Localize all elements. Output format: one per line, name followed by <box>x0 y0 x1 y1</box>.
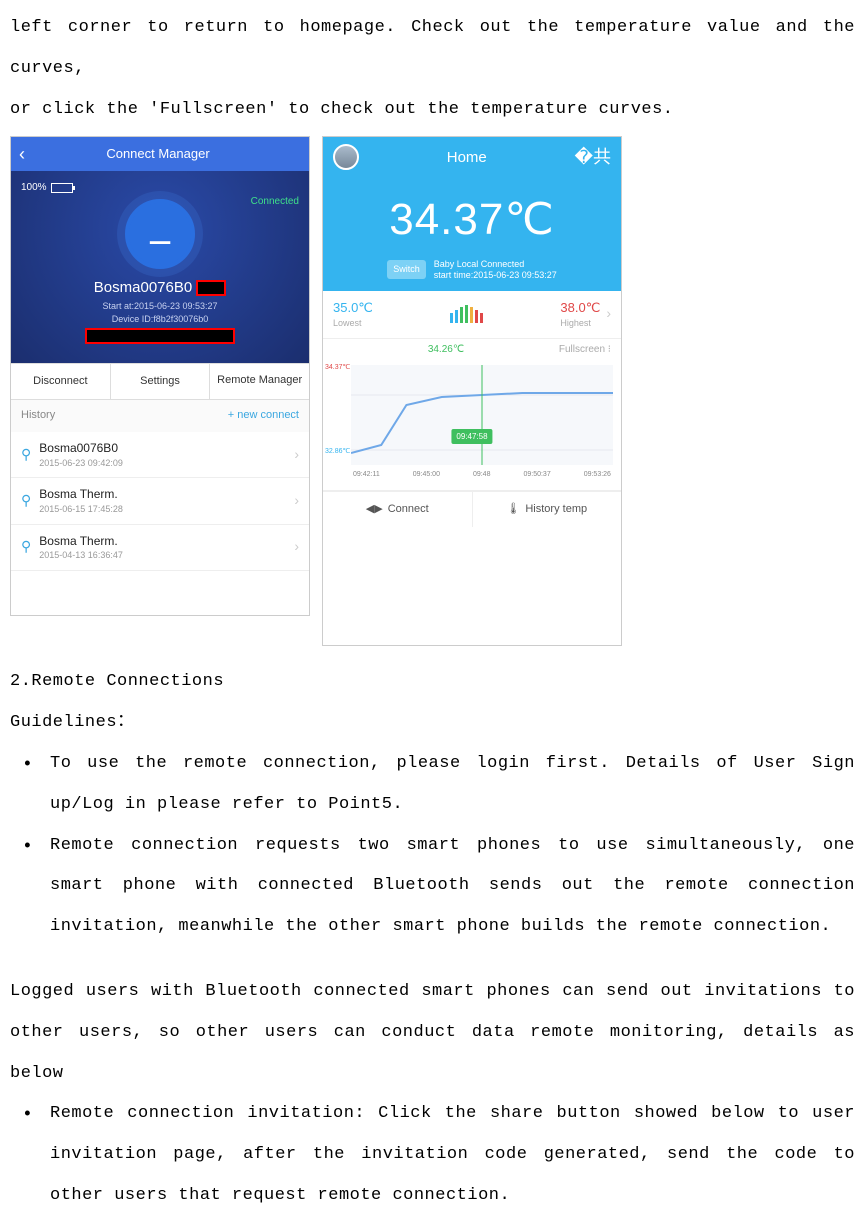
connect-header: ‹ Connect Manager <box>11 137 309 171</box>
temp-range-row[interactable]: 35.0℃ Lowest 38.0℃ Highest › <box>323 291 621 339</box>
y-axis-bottom: 32.86℃ <box>325 447 350 457</box>
speaker-icon: ◀▶ <box>366 502 383 517</box>
history-item-date: 2015-06-15 17:45:28 <box>39 503 294 516</box>
history-item-date: 2015-04-13 16:36:47 <box>39 549 294 562</box>
chevron-right-icon: › <box>294 537 299 557</box>
highest-label: Highest <box>560 317 600 330</box>
device-name: Bosma0076B0 <box>21 277 299 298</box>
screenshot-home: Home �共 34.37℃ Switch Baby Local Connect… <box>322 136 622 646</box>
current-temp: 34.26℃ <box>428 343 464 357</box>
lowest-value: 35.0℃ <box>333 300 373 315</box>
switch-button[interactable]: Switch <box>387 260 426 279</box>
history-item[interactable]: ⚲ Bosma0076B0 2015-06-23 09:42:09 › <box>11 432 309 478</box>
intro-line1: left corner to return to homepage. Check… <box>10 8 855 90</box>
temperature-value: 34.37℃ <box>323 189 621 251</box>
chevron-right-icon: › <box>294 491 299 511</box>
redaction-box-large <box>85 328 235 344</box>
chart-x-axis: 09:42:11 09:45:00 09:48 09:50:37 09:53:2… <box>351 470 613 480</box>
device-start-at: Start at:2015-06-23 09:53:27 <box>21 300 299 313</box>
history-item-name: Bosma0076B0 <box>39 440 294 457</box>
history-item[interactable]: ⚲ Bosma Therm. 2015-06-15 17:45:28 › <box>11 478 309 524</box>
disconnect-button[interactable]: Disconnect <box>11 364 111 399</box>
share-icon[interactable]: �共 <box>575 145 611 170</box>
home-title: Home <box>447 147 487 168</box>
connect-hero: 100% Connected ⚊ Bosma0076B0 Start at:20… <box>11 171 309 363</box>
screenshot-row: ‹ Connect Manager 100% Connected ⚊ Bosma… <box>10 136 855 646</box>
bluetooth-icon: ⚲ <box>21 537 31 557</box>
history-temp-tab[interactable]: 🌡 History temp <box>473 492 622 527</box>
bullet-item: Remote connection requests two smart pho… <box>10 826 855 948</box>
settings-button[interactable]: Settings <box>111 364 211 399</box>
bullet-item: Remote connection invitation: Click the … <box>10 1094 855 1216</box>
remote-manager-button[interactable]: Remote Manager <box>210 364 309 399</box>
battery-percent: 100% <box>21 181 47 195</box>
history-header: History + new connect <box>11 400 309 431</box>
bluetooth-icon: ⚲ <box>21 445 31 465</box>
redaction-box <box>196 280 226 296</box>
connected-label: Connected <box>251 195 299 209</box>
chart-time-marker: 09:47:58 <box>451 429 492 444</box>
history-item-name: Bosma Therm. <box>39 486 294 503</box>
device-id: Device ID:f8b2f30076b0 <box>21 313 299 326</box>
history-item[interactable]: ⚲ Bosma Therm. 2015-04-13 16:36:47 › <box>11 525 309 571</box>
thermometer-icon: 🌡 <box>506 502 520 517</box>
new-connect-button[interactable]: + new connect <box>228 408 299 423</box>
bluetooth-icon: ⚲ <box>21 491 31 511</box>
bluetooth-circle-icon[interactable]: ⚊ <box>125 199 195 269</box>
history-label: History <box>21 408 55 423</box>
temperature-display: 34.37℃ <box>323 177 621 259</box>
connect-header-title: Connect Manager <box>33 145 283 163</box>
range-bars-icon <box>450 305 483 323</box>
screenshot-connect-manager: ‹ Connect Manager 100% Connected ⚊ Bosma… <box>10 136 310 616</box>
battery-indicator: 100% <box>21 181 299 195</box>
sub-line2: start time:2015-06-23 09:53:27 <box>434 270 557 281</box>
history-item-name: Bosma Therm. <box>39 533 294 550</box>
sub-line1: Baby Local Connected <box>434 259 557 270</box>
connect-tab[interactable]: ◀▶ Connect <box>323 492 473 527</box>
avatar-icon[interactable] <box>333 144 359 170</box>
guidelines-list-2: Remote connection invitation: Click the … <box>10 1094 855 1216</box>
section-2-heading: 2.Remote Connections <box>10 662 855 703</box>
connect-button-row: Disconnect Settings Remote Manager <box>11 363 309 400</box>
intro-line2: or click the 'Fullscreen' to check out t… <box>10 90 855 131</box>
chevron-right-icon: › <box>606 304 611 324</box>
lowest-label: Lowest <box>333 317 373 330</box>
chart-header: 34.26℃ Fullscreen ⁝ <box>323 339 621 361</box>
bullet-item: To use the remote connection, please log… <box>10 744 855 826</box>
home-header: Home �共 <box>323 137 621 177</box>
chevron-right-icon: › <box>294 445 299 465</box>
logged-users-paragraph: Logged users with Bluetooth connected sm… <box>10 972 855 1094</box>
home-footer: ◀▶ Connect 🌡 History temp <box>323 491 621 527</box>
guidelines-label: Guidelines： <box>10 703 855 744</box>
fullscreen-button[interactable]: Fullscreen ⁝ <box>559 343 611 357</box>
history-item-date: 2015-06-23 09:42:09 <box>39 457 294 470</box>
back-icon[interactable]: ‹ <box>19 142 25 167</box>
temperature-chart[interactable]: 34.37℃ 32.86℃ 09:47:58 09:42:11 09:45:00… <box>323 361 621 491</box>
y-axis-top: 34.37℃ <box>325 363 350 373</box>
home-subheader: Switch Baby Local Connected start time:2… <box>323 259 621 291</box>
guidelines-list: To use the remote connection, please log… <box>10 744 855 948</box>
highest-value: 38.0℃ <box>560 300 600 315</box>
